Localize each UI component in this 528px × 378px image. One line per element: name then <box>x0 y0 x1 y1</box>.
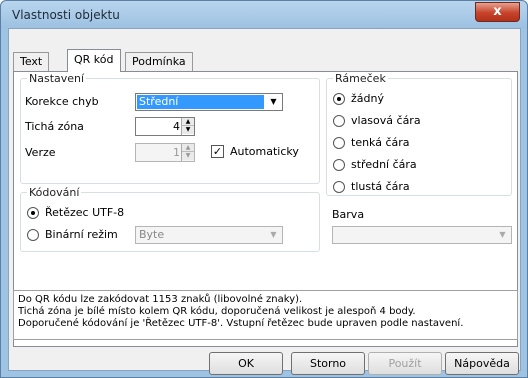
frame-hairline-label: vlasová čára <box>351 114 421 127</box>
dialog-window: Vlastnosti objektu x Text QR kód Podmínk… <box>0 0 528 378</box>
error-correction-label: Korekce chyb <box>25 95 99 108</box>
settings-group-label: Nastavení <box>27 72 87 85</box>
frame-thin-label: tenká čára <box>351 136 410 149</box>
frame-none-label: žádný <box>351 92 384 105</box>
chevron-down-icon: ▼ <box>270 97 277 106</box>
encoding-group: Kódování Řetězec UTF-8 Binární režim Byt… <box>20 186 320 252</box>
tab-qr-code[interactable]: QR kód <box>67 49 121 72</box>
frame-medium-radio[interactable] <box>333 159 345 171</box>
info-line: Do QR kódu lze zakódovat 1153 znaků (lib… <box>18 294 303 305</box>
tab-condition[interactable]: Podmínka <box>125 52 193 71</box>
chevron-down-icon: ▼ <box>270 230 277 239</box>
spin-up-icon[interactable]: ▲ <box>182 144 194 152</box>
quiet-zone-spin-buttons: ▲ ▼ <box>181 118 194 135</box>
help-button[interactable]: Nápověda <box>445 352 519 375</box>
color-select[interactable]: ▼ <box>332 226 512 244</box>
frame-thick-radio[interactable] <box>333 181 345 193</box>
close-button[interactable]: x <box>475 2 520 22</box>
automatic-checkbox[interactable]: ✓ <box>211 145 224 158</box>
quiet-zone-label: Tichá zóna <box>25 120 84 133</box>
tab-text[interactable]: Text <box>13 52 50 71</box>
utf8-label: Řetězec UTF-8 <box>45 206 125 219</box>
info-box: Do QR kódu lze zakódovat 1153 znaků (lib… <box>13 290 518 340</box>
utf8-radio[interactable] <box>27 207 39 219</box>
spin-down-icon[interactable]: ▼ <box>182 152 194 160</box>
info-line: Doporučené kódování je 'Řetězec UTF-8'. … <box>18 318 464 329</box>
automatic-label: Automaticky <box>230 145 299 158</box>
quiet-zone-value: 4 <box>173 120 180 133</box>
binary-mode-select[interactable]: Byte ▼ <box>135 226 283 244</box>
close-icon: x <box>493 4 502 19</box>
cancel-button[interactable]: Storno <box>291 352 365 375</box>
window-title: Vlastnosti objektu <box>12 8 120 22</box>
spin-down-icon[interactable]: ▼ <box>182 126 194 134</box>
version-label: Verze <box>25 146 56 159</box>
settings-group: Nastavení Korekce chyb Střední ▼ Tichá z… <box>20 72 320 184</box>
apply-button[interactable]: Použít <box>368 352 442 375</box>
binary-radio[interactable] <box>27 229 39 241</box>
title-bar[interactable]: Vlastnosti objektu x <box>1 1 527 28</box>
binary-mode-value: Byte <box>139 228 165 241</box>
dialog-client: Text QR kód Podmínka Nastavení Korekce c… <box>8 28 521 375</box>
info-line: Tichá zóna je bílé místo kolem QR kódu, … <box>18 306 416 317</box>
spin-up-icon[interactable]: ▲ <box>182 118 194 126</box>
quiet-zone-stepper[interactable]: 4 ▲ ▼ <box>135 117 195 136</box>
frame-none-radio[interactable] <box>333 93 345 105</box>
error-correction-select[interactable]: Střední ▼ <box>135 93 283 111</box>
version-value: 1 <box>173 146 180 159</box>
binary-label: Binární režim <box>45 228 118 241</box>
version-stepper[interactable]: 1 ▲ ▼ <box>135 143 195 162</box>
frame-thin-radio[interactable] <box>333 137 345 149</box>
ok-button[interactable]: OK <box>209 352 283 375</box>
frame-medium-label: střední čára <box>351 158 417 171</box>
color-value <box>334 228 493 242</box>
frame-thick-label: tlustá čára <box>351 180 410 193</box>
frame-group-label: Rámeček <box>333 72 388 85</box>
encoding-group-label: Kódování <box>27 186 82 199</box>
color-label: Barva <box>332 208 365 221</box>
version-spin-buttons: ▲ ▼ <box>181 144 194 161</box>
frame-group: Rámeček žádný vlasová čára tenká čára st… <box>326 72 512 196</box>
frame-hairline-radio[interactable] <box>333 115 345 127</box>
chevron-down-icon: ▼ <box>499 230 506 239</box>
error-correction-value: Střední <box>137 95 264 109</box>
